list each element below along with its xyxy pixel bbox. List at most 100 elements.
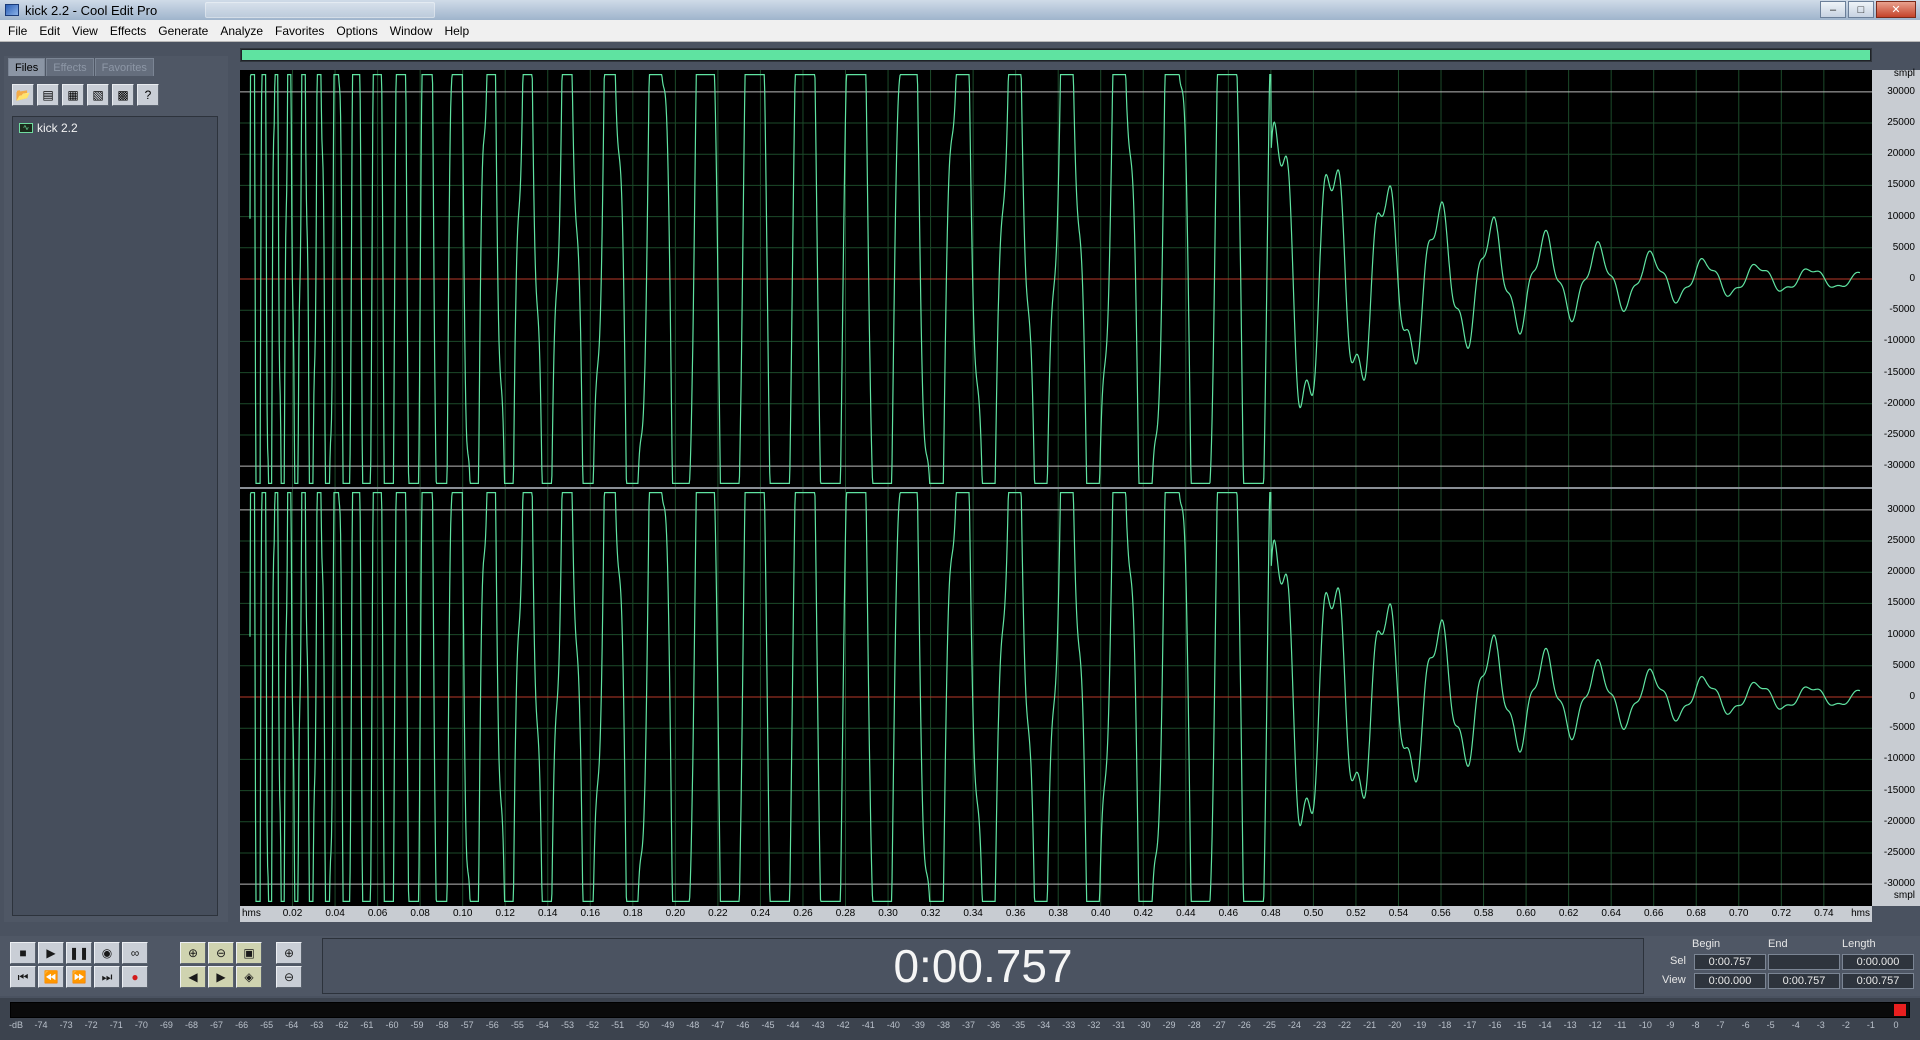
- menu-effects[interactable]: Effects: [104, 20, 152, 42]
- rewind-button[interactable]: ⏪: [38, 966, 64, 988]
- time-tick-label: 0.20: [665, 908, 686, 919]
- open-folder-icon: 📂: [15, 88, 31, 102]
- level-meter: -dB -74 -73 -72 -71 -70 -69 -68 -67 -66 -65 -64 -63-…: [0, 998, 1920, 1040]
- level-meter-tick: -48: [686, 1020, 700, 1030]
- record-icon: ●: [131, 970, 139, 984]
- amplitude-tick-label: -30000: [1883, 878, 1915, 890]
- minimize-button[interactable]: –: [1820, 1, 1846, 18]
- help-icon: ?: [144, 88, 152, 102]
- clip-indicator[interactable]: [1894, 1004, 1906, 1016]
- view-length-field[interactable]: 0:00.757: [1842, 973, 1914, 989]
- level-meter-tick: -3: [1816, 1020, 1825, 1030]
- level-meter-tick: -32: [1087, 1020, 1101, 1030]
- menu-analyze[interactable]: Analyze: [214, 20, 269, 42]
- menu-favorites[interactable]: Favorites: [269, 20, 330, 42]
- files-toolbar: 📂 ▤ ▦ ▧ ▩ ?: [12, 84, 159, 106]
- menu-options[interactable]: Options: [330, 20, 383, 42]
- menu-generate[interactable]: Generate: [152, 20, 214, 42]
- begin-header: Begin: [1692, 938, 1721, 950]
- amplitude-tick-label: 25000: [1887, 117, 1915, 129]
- amplitude-tick-label: -25000: [1883, 846, 1915, 858]
- time-tick-label: 0.62: [1558, 908, 1579, 919]
- time-tick-label: 0.02: [282, 908, 303, 919]
- tab-files[interactable]: Files: [8, 58, 46, 76]
- level-meter-tick: -19: [1413, 1020, 1427, 1030]
- play-button[interactable]: ▶: [38, 942, 64, 964]
- menu-window[interactable]: Window: [384, 20, 439, 42]
- time-tick-label: 0.56: [1431, 908, 1451, 919]
- close-all-button[interactable]: ▧: [87, 84, 109, 106]
- menu-view[interactable]: View: [66, 20, 104, 42]
- close-file-icon: ▦: [67, 88, 79, 102]
- time-tick-label: 0.50: [1303, 908, 1324, 919]
- maximize-button[interactable]: □: [1848, 1, 1874, 18]
- go-to-start-button[interactable]: ⏮: [10, 966, 36, 988]
- amplitude-tick-label: 10000: [1887, 210, 1915, 222]
- amplitude-tick-label: 20000: [1887, 566, 1915, 578]
- play-to-end-button[interactable]: ◉: [94, 942, 120, 964]
- loop-button[interactable]: ∞: [122, 942, 148, 964]
- level-meter-tick: -31: [1112, 1020, 1126, 1030]
- list-item[interactable]: ∿ kick 2.2: [13, 117, 217, 139]
- go-to-end-button[interactable]: ⏭: [94, 966, 120, 988]
- vertical-zoom-controls: ⊕ ⊖: [276, 942, 302, 988]
- menu-help[interactable]: Help: [438, 20, 475, 42]
- time-tick-label: 0.44: [1176, 908, 1196, 919]
- open-file-button[interactable]: 📂: [12, 84, 34, 106]
- sel-length-field[interactable]: 0:00.000: [1842, 954, 1914, 970]
- view-end-field[interactable]: 0:00.757: [1768, 973, 1840, 989]
- time-tick-label: 0.04: [325, 908, 345, 919]
- stop-button[interactable]: ■: [10, 942, 36, 964]
- time-tick-label: 0.42: [1133, 908, 1153, 919]
- amplitude-tick-label: -25000: [1883, 428, 1915, 440]
- level-meter-scale: -dB -74 -73 -72 -71 -70 -69 -68 -67 -66 -65 -64 -63-…: [8, 1020, 1910, 1038]
- zoom-out-horizontal-button[interactable]: ⊖: [208, 942, 234, 964]
- sel-end-field[interactable]: [1768, 954, 1840, 970]
- level-meter-tick: -6: [1741, 1020, 1750, 1030]
- zoom-selection-button[interactable]: ◈: [236, 966, 262, 988]
- waveform-display[interactable]: [240, 70, 1872, 906]
- overview-visible-range: [242, 50, 1870, 60]
- level-meter-tick: -74: [34, 1020, 48, 1030]
- level-meter-tick: -69: [159, 1020, 173, 1030]
- menu-file[interactable]: File: [2, 20, 33, 42]
- view-begin-field[interactable]: 0:00.000: [1694, 973, 1766, 989]
- amplitude-ruler: smpl smpl 30000 25000 20000 15000 10000 5000 0 -5…: [1872, 68, 1920, 906]
- level-meter-tick: -dB: [8, 1020, 24, 1030]
- import-button[interactable]: ▤: [37, 84, 59, 106]
- zoom-out-vertical-button[interactable]: ⊖: [276, 966, 302, 988]
- tab-effects[interactable]: Effects: [46, 58, 94, 76]
- fast-forward-button[interactable]: ⏩: [66, 966, 92, 988]
- zoom-in-left-button[interactable]: ◀: [180, 966, 206, 988]
- close-icon: ✕: [1891, 4, 1901, 16]
- sel-begin-field[interactable]: 0:00.757: [1694, 954, 1766, 970]
- title-bar[interactable]: kick 2.2 - Cool Edit Pro – □ ✕: [0, 0, 1920, 20]
- amplitude-tick-label: -10000: [1883, 753, 1915, 765]
- amplitude-tick-label: -20000: [1883, 397, 1915, 409]
- amplitude-tick-label: 30000: [1887, 503, 1915, 515]
- insert-multitrack-button[interactable]: ▩: [112, 84, 134, 106]
- view-label: View: [1662, 974, 1686, 986]
- overview-range-bar[interactable]: [240, 48, 1872, 62]
- amplitude-tick-label: -30000: [1883, 460, 1915, 472]
- menu-edit[interactable]: Edit: [33, 20, 66, 42]
- level-meter-tick: -20: [1388, 1020, 1402, 1030]
- selection-view-panel: Begin End Length Sel 0:00.757 0:00.000 V…: [1652, 936, 1916, 996]
- tab-favorites[interactable]: Favorites: [94, 58, 154, 76]
- help-button[interactable]: ?: [137, 84, 159, 106]
- level-meter-tick: -26: [1237, 1020, 1251, 1030]
- close-file-button[interactable]: ▦: [62, 84, 84, 106]
- pause-button[interactable]: ❚❚: [66, 942, 92, 964]
- level-meter-tick: -73: [59, 1020, 73, 1030]
- close-button[interactable]: ✕: [1876, 1, 1916, 18]
- length-header: Length: [1842, 938, 1876, 950]
- time-tick-label: 0.14: [538, 908, 558, 919]
- record-button[interactable]: ●: [122, 966, 148, 988]
- level-meter-bar: [10, 1002, 1910, 1018]
- zoom-full-button[interactable]: ▣: [236, 942, 262, 964]
- level-meter-tick: -42: [836, 1020, 850, 1030]
- time-tick-label: 0.30: [878, 908, 898, 919]
- zoom-in-right-button[interactable]: ▶: [208, 966, 234, 988]
- zoom-in-vertical-button[interactable]: ⊕: [276, 942, 302, 964]
- zoom-in-horizontal-button[interactable]: ⊕: [180, 942, 206, 964]
